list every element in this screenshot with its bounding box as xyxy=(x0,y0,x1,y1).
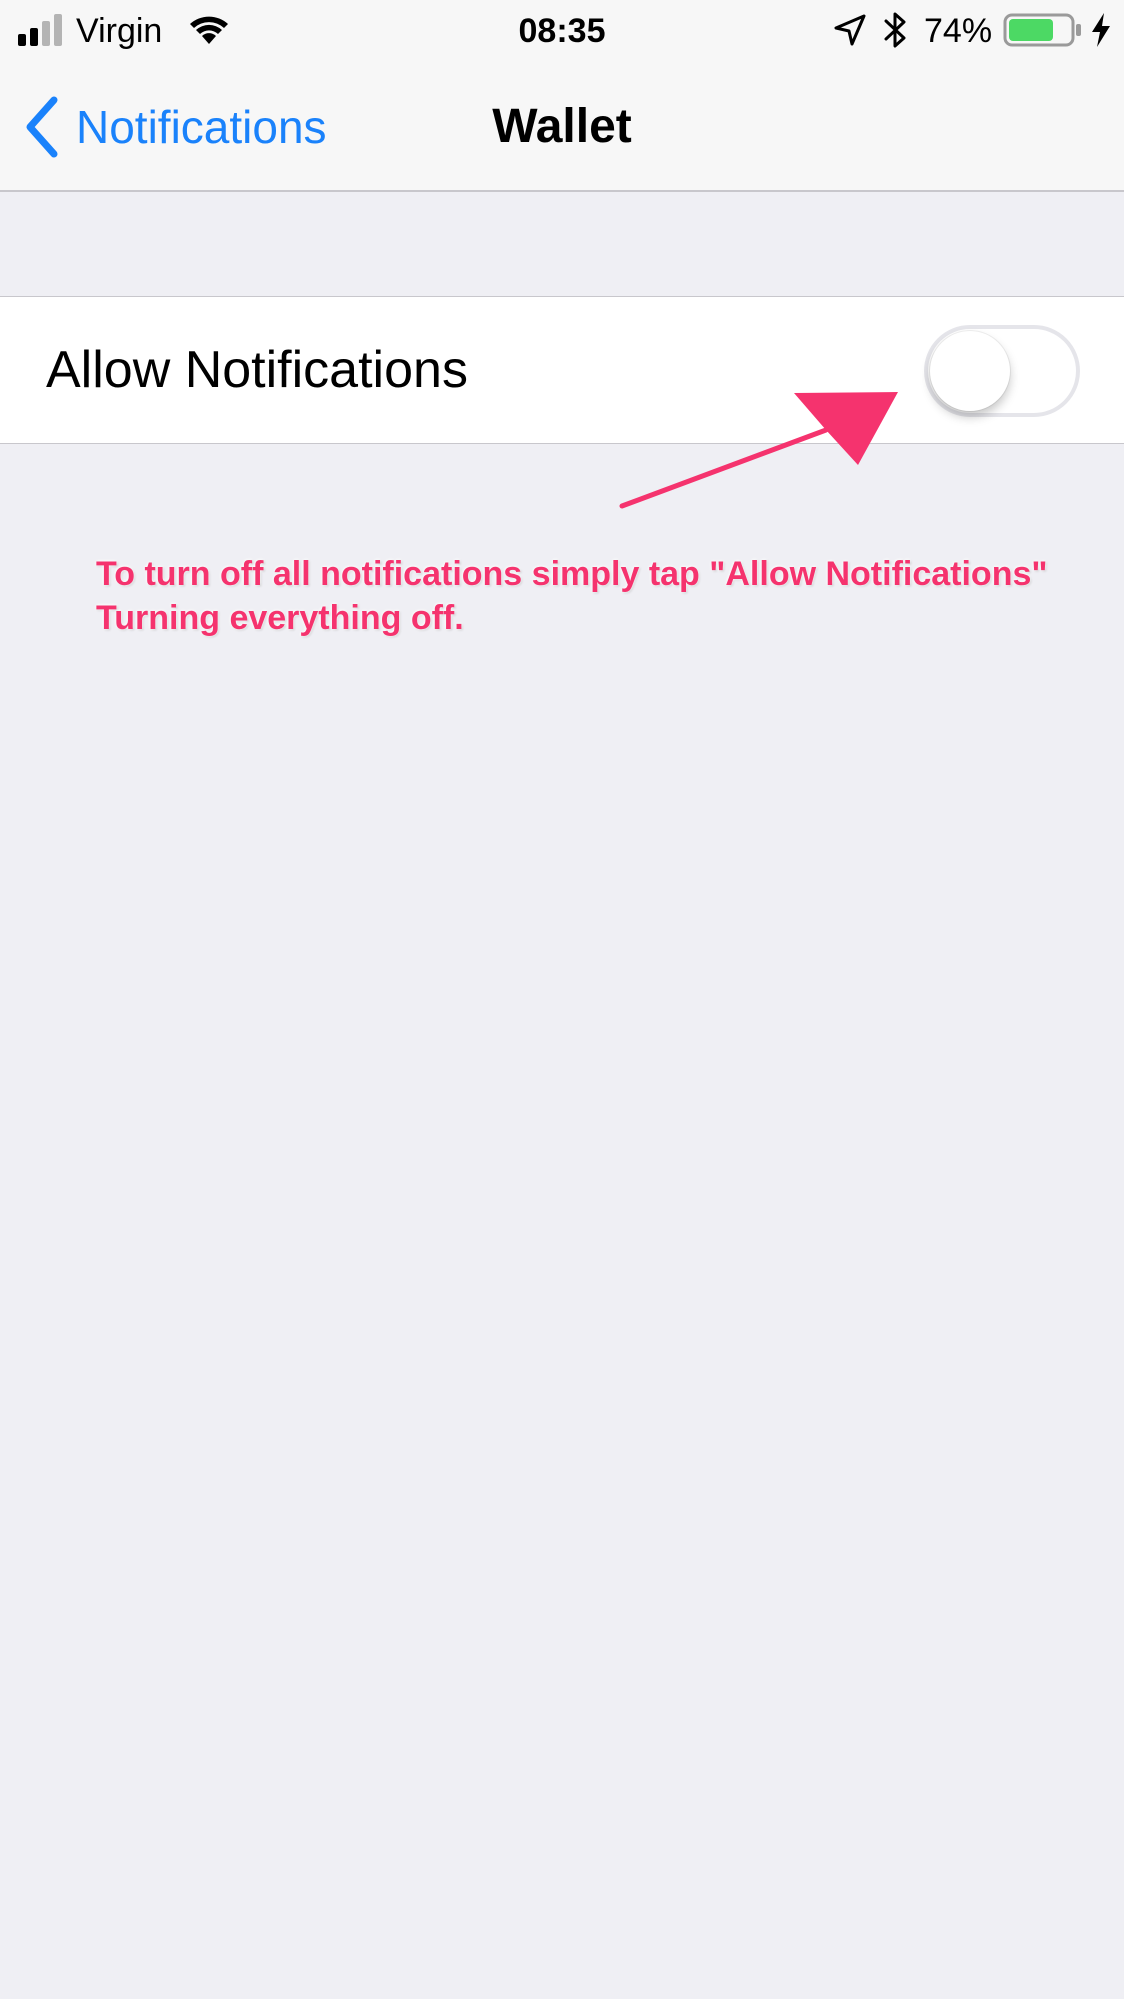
navigation-bar: Notifications Wallet xyxy=(0,62,1124,192)
annotation-text: To turn off all notifications simply tap… xyxy=(96,552,1096,640)
settings-group: Allow Notifications xyxy=(0,296,1124,444)
battery-percent: 74% xyxy=(924,12,993,50)
allow-notifications-toggle[interactable] xyxy=(924,325,1080,417)
location-icon xyxy=(834,14,866,46)
annotation-arrow xyxy=(619,392,898,509)
annotation-line-1: To turn off all notifications simply tap… xyxy=(96,555,1048,593)
charging-icon xyxy=(1092,13,1110,47)
annotation-line-2: Turning everything off. xyxy=(96,599,464,637)
bluetooth-icon xyxy=(884,12,906,48)
page-title: Wallet xyxy=(492,100,632,153)
allow-notifications-label: Allow Notifications xyxy=(46,341,468,399)
battery-icon xyxy=(1003,13,1081,47)
status-bar: Virgin 08:35 74% xyxy=(0,0,1124,62)
toggle-knob xyxy=(930,331,1010,411)
